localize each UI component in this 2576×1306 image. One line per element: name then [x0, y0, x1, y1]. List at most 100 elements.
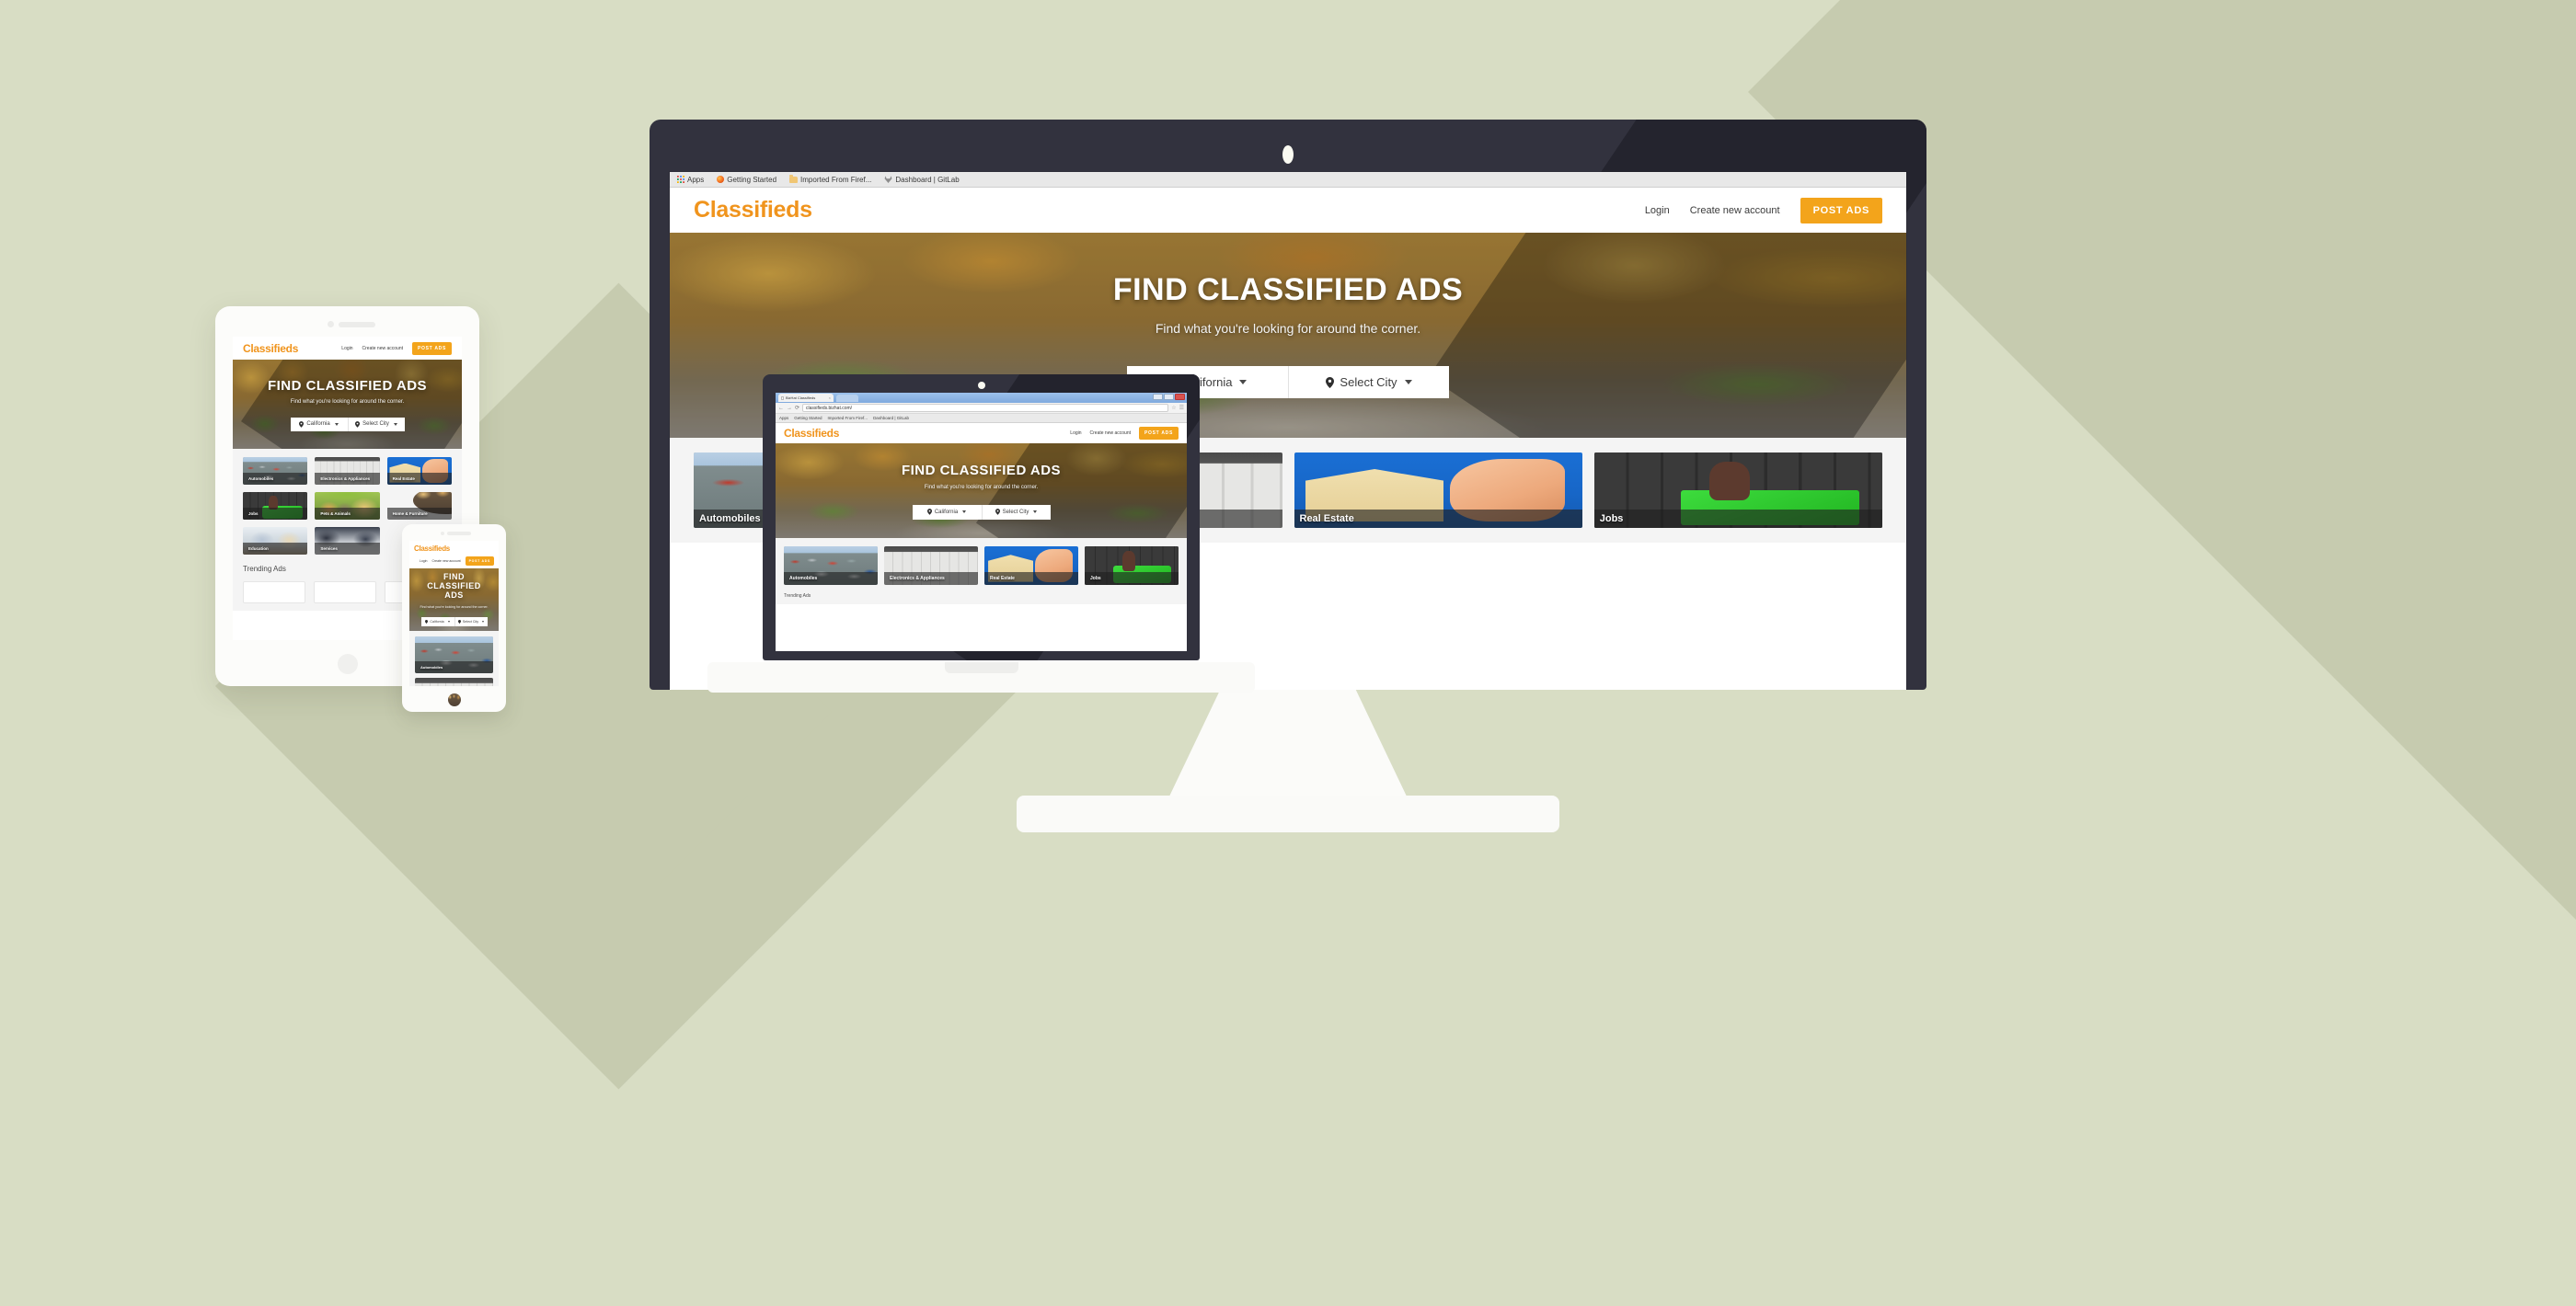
bookmark-imported[interactable]: Imported From Firef... [789, 174, 872, 184]
category-label: Automobiles [784, 572, 878, 585]
site-logo[interactable]: Classifieds [414, 544, 494, 553]
state-selector-label: California [934, 509, 959, 515]
bookmark-apps[interactable]: Apps [677, 176, 704, 184]
tablet-home-button[interactable] [337, 654, 358, 674]
map-pin-icon [425, 619, 429, 624]
category-card[interactable]: Real Estate [386, 457, 452, 485]
bookmark-imported[interactable]: Imported From Firef... [828, 416, 868, 420]
classifieds-site-laptop: Classifieds Login Create new account POS… [776, 423, 1187, 651]
state-selector[interactable]: California [290, 417, 348, 431]
category-grid-laptop: Automobiles Electronics & Appliances Real … [776, 538, 1187, 593]
category-card[interactable]: Automobiles [243, 457, 308, 485]
city-selector-label: Select City [462, 619, 479, 624]
site-header: Classifieds Login Create new account POS… [409, 541, 499, 566]
reload-icon[interactable]: ⟳ [795, 406, 799, 411]
city-selector[interactable]: Select City [454, 616, 488, 626]
laptop-device: BizHat Classifieds × ← → ⟳ classifieds.b… [707, 374, 1255, 693]
map-pin-icon [299, 420, 305, 428]
city-selector[interactable]: Select City [981, 504, 1051, 520]
category-grid-phone: Automobiles Electronics & Appliances [409, 631, 499, 686]
category-card[interactable]: Jobs [1593, 453, 1882, 528]
maximize-button[interactable] [1164, 394, 1174, 400]
bookmark-gitlab[interactable]: Dashboard | GitLab [884, 176, 960, 184]
category-label: Jobs [1085, 572, 1179, 585]
login-link[interactable]: Login [341, 346, 352, 351]
hero-title: FIND CLASSIFIED ADS [427, 572, 481, 600]
firefox-icon [717, 176, 725, 183]
login-link[interactable]: Login [1070, 430, 1081, 436]
category-card[interactable]: Automobiles [784, 546, 878, 585]
bookmark-getting-started[interactable]: Getting Started [717, 176, 776, 184]
category-label: Electronics & Appliances [315, 473, 380, 485]
state-selector-label: California [430, 619, 444, 624]
login-link[interactable]: Login [1645, 205, 1670, 216]
map-pin-icon [1326, 376, 1335, 388]
bookmark-label: Apps [687, 175, 705, 184]
menu-icon[interactable]: ☰ [1179, 405, 1184, 411]
city-selector[interactable]: Select City [347, 417, 405, 431]
category-card[interactable]: Real Estate [1294, 453, 1582, 528]
category-label: Automobiles [415, 661, 493, 673]
create-account-link[interactable]: Create new account [1090, 430, 1131, 436]
post-ads-button[interactable]: POST ADS [465, 556, 494, 566]
category-card[interactable]: Home & Furniture [386, 492, 452, 520]
login-link[interactable]: Login [420, 559, 428, 563]
site-logo[interactable]: Classifieds [784, 427, 839, 440]
site-logo[interactable]: Classifieds [243, 342, 298, 355]
category-card[interactable]: Electronics & Appliances [884, 546, 978, 585]
chevron-down-icon [1033, 510, 1038, 513]
category-card[interactable]: Real Estate [984, 546, 1078, 585]
close-icon[interactable]: × [829, 395, 831, 400]
browser-tab-title: BizHat Classifieds [786, 395, 816, 400]
city-selector[interactable]: Select City [1288, 366, 1449, 398]
header-actions: Login Create new account POST ADS [1645, 197, 1882, 223]
url-input[interactable]: classifieds.bizhat.com/ [802, 404, 1169, 412]
site-logo[interactable]: Classifieds [694, 197, 812, 223]
hero-content: FIND CLASSIFIED ADS Find what you're loo… [409, 572, 499, 626]
map-pin-icon [926, 509, 932, 515]
category-card[interactable]: Pets & Animals [315, 492, 380, 520]
hero-content: FIND CLASSIFIED ADS Find what you're loo… [776, 463, 1187, 520]
post-ads-button[interactable]: POST ADS [1800, 197, 1882, 223]
hero-section: FIND CLASSIFIED ADS Find what you're loo… [233, 360, 462, 449]
state-selector[interactable]: California [420, 616, 454, 626]
category-image [415, 678, 493, 686]
category-label: Jobs [1593, 510, 1882, 528]
category-card[interactable]: Electronics & Appliances [315, 457, 380, 485]
category-card[interactable]: Automobiles [415, 636, 493, 673]
create-account-link[interactable]: Create new account [1690, 205, 1780, 216]
category-card[interactable]: Education [243, 527, 308, 555]
chevron-down-icon [962, 510, 967, 513]
category-card[interactable]: Jobs [1085, 546, 1179, 585]
phone-device: Classifieds Login Create new account POS… [402, 524, 506, 712]
minimize-button[interactable] [1153, 394, 1163, 400]
phone-home-button[interactable] [447, 693, 461, 706]
browser-tab[interactable]: BizHat Classifieds × [778, 394, 834, 402]
header-actions: Login Create new account POST ADS [1070, 427, 1179, 440]
forward-arrow-icon[interactable]: → [787, 406, 792, 411]
category-card[interactable]: Jobs [243, 492, 308, 520]
post-ads-button[interactable]: POST ADS [1139, 427, 1179, 440]
trending-ad-card[interactable] [314, 581, 376, 603]
trending-ads-heading: Trending Ads [784, 593, 811, 599]
trending-ad-card[interactable] [243, 581, 305, 603]
create-account-link[interactable]: Create new account [431, 559, 460, 563]
new-tab-button[interactable] [836, 394, 858, 402]
bookmark-gitlab[interactable]: Dashboard | GitLab [873, 416, 909, 420]
bookmark-label: Getting Started [727, 175, 777, 184]
bookmark-getting-started[interactable]: Getting Started [794, 416, 822, 420]
state-selector[interactable]: California [912, 504, 982, 520]
back-arrow-icon[interactable]: ← [778, 406, 784, 411]
bookmark-apps[interactable]: Apps [779, 416, 788, 420]
category-card[interactable]: Services [315, 527, 380, 555]
location-selectors: California Select City [409, 616, 499, 626]
category-card[interactable]: Electronics & Appliances [415, 678, 493, 686]
bookmark-label: Imported From Firef... [800, 175, 872, 184]
location-selectors: California Select City [776, 504, 1187, 520]
post-ads-button[interactable]: POST ADS [412, 341, 452, 355]
window-controls [1153, 394, 1185, 400]
create-account-link[interactable]: Create new account [362, 346, 403, 351]
close-button[interactable] [1175, 394, 1185, 400]
star-icon[interactable]: ☆ [1171, 405, 1176, 411]
location-selectors: California Select City [233, 417, 462, 431]
